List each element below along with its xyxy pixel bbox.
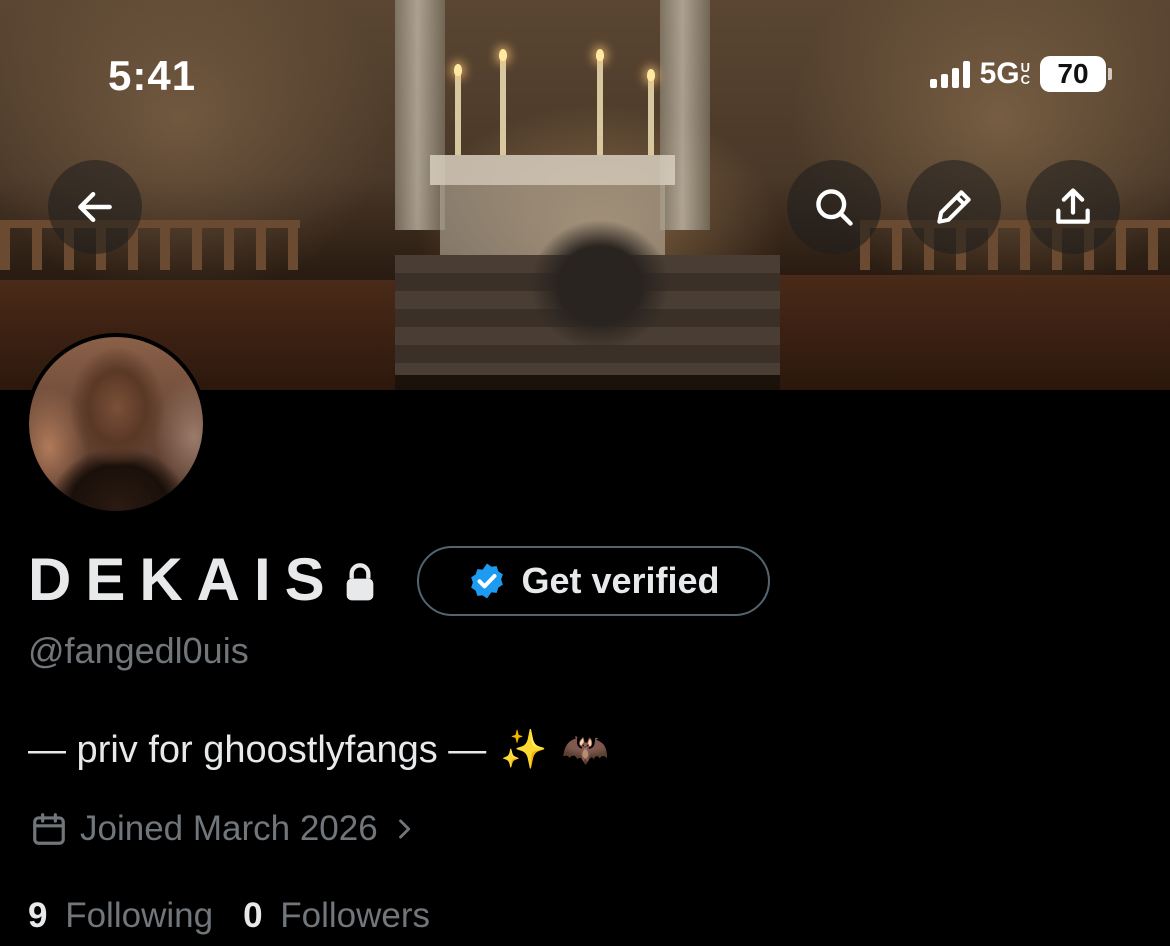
battery-icon: 70: [1040, 56, 1112, 92]
followers-count: 0: [243, 896, 263, 935]
network-suffix: U C: [1020, 61, 1030, 87]
display-name: DEKAIS: [28, 546, 339, 613]
banner-flame: [596, 49, 604, 61]
battery-level: 70: [1040, 56, 1106, 92]
status-time: 5:41: [108, 52, 197, 99]
joined-text: Joined March 2026: [80, 809, 378, 848]
banner-pew: [780, 275, 1170, 390]
sparkles-emoji: ✨: [500, 729, 548, 771]
verified-badge-icon: [471, 563, 504, 599]
share-button[interactable]: [1026, 160, 1120, 254]
chevron-right-icon: [398, 819, 410, 839]
banner-candle: [648, 80, 654, 155]
network-indicator: 5G U C: [980, 57, 1030, 91]
bio-text: — priv for ghoostlyfangs —: [28, 728, 487, 771]
followers-link[interactable]: 0 Followers: [243, 896, 430, 936]
pencil-icon: [937, 190, 971, 224]
banner-candle: [455, 75, 461, 155]
share-icon: [1056, 188, 1090, 224]
banner-candle: [500, 60, 506, 155]
get-verified-button[interactable]: Get verified: [417, 546, 770, 616]
edit-button[interactable]: [907, 160, 1001, 254]
banner-figures: [525, 210, 675, 350]
following-count: 9: [28, 896, 48, 935]
calendar-icon: [33, 813, 65, 845]
status-indicators: 5G U C 70: [929, 56, 1112, 92]
arrow-left-icon: [78, 191, 112, 223]
signal-icon: [929, 60, 970, 88]
name-row: DEKAIS: [28, 545, 383, 614]
get-verified-label: Get verified: [521, 560, 720, 601]
search-button[interactable]: [787, 160, 881, 254]
banner-rail: [0, 220, 300, 270]
handle: @fangedl0uis: [28, 630, 249, 671]
banner-flame: [499, 49, 507, 61]
banner-rail: [860, 220, 1170, 270]
banner-altar: [430, 155, 675, 185]
battery-tip: [1108, 68, 1112, 80]
back-button[interactable]: [48, 160, 142, 254]
banner-pillar: [395, 0, 445, 230]
follow-stats: 9 Following 0 Followers: [28, 896, 430, 936]
following-link[interactable]: 9 Following: [28, 896, 213, 936]
joined-date-link[interactable]: Joined March 2026: [30, 809, 418, 849]
lock-icon: [343, 558, 383, 602]
bat-emoji: 🦇: [561, 729, 609, 771]
network-label: 5G: [979, 57, 1020, 90]
followers-label: Followers: [280, 896, 431, 935]
following-label: Following: [65, 896, 214, 935]
banner-flame: [647, 69, 655, 81]
bio: — priv for ghoostlyfangs — ✨ 🦇: [28, 728, 609, 772]
avatar[interactable]: [25, 333, 207, 515]
search-icon: [816, 189, 853, 226]
banner-pillar: [660, 0, 710, 230]
banner-flame: [454, 64, 462, 76]
network-suffix-bottom: C: [1020, 72, 1030, 87]
banner-candle: [597, 60, 603, 155]
